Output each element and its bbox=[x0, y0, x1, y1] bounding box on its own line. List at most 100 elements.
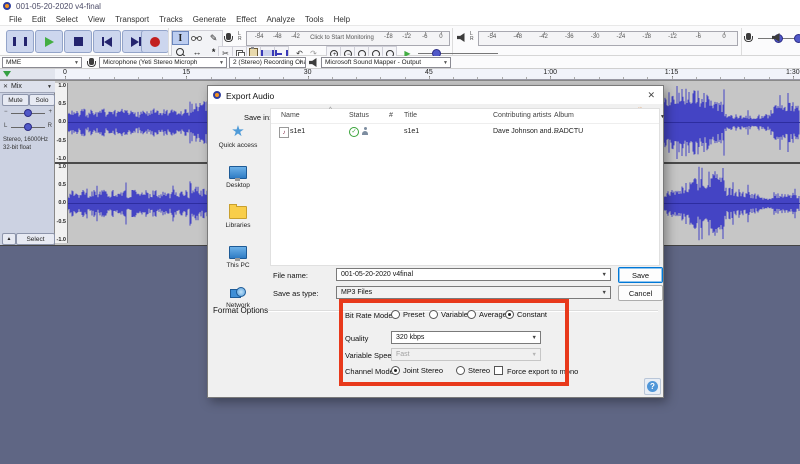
menu-tracks[interactable]: Tracks bbox=[154, 15, 188, 24]
meter-tick bbox=[441, 32, 442, 35]
meter-tick bbox=[544, 32, 545, 35]
dialog-close-icon[interactable]: ✕ bbox=[647, 90, 655, 101]
menu-view[interactable]: View bbox=[83, 15, 110, 24]
help-button[interactable]: ? bbox=[644, 378, 661, 395]
sidebar-item-libraries[interactable]: Libraries bbox=[208, 204, 268, 242]
skip-end-icon bbox=[131, 37, 141, 47]
menu-edit[interactable]: Edit bbox=[27, 15, 51, 24]
gain-plus-label: + bbox=[48, 109, 52, 115]
column-header-title[interactable]: Title bbox=[404, 112, 417, 119]
draw-tool-button[interactable]: ✎ bbox=[205, 31, 222, 45]
star-icon: ★ bbox=[231, 125, 244, 139]
channel-mode-option-joint-stereo[interactable]: Joint Stereo bbox=[391, 366, 443, 375]
bit-rate-option-constant[interactable]: Constant bbox=[505, 310, 547, 319]
meter-tick bbox=[407, 32, 408, 35]
menu-help[interactable]: Help bbox=[329, 15, 355, 24]
libraries-folder-icon bbox=[228, 204, 248, 220]
playback-volume-knob[interactable] bbox=[794, 34, 800, 43]
scale-label: -0.5 bbox=[57, 138, 66, 144]
menu-generate[interactable]: Generate bbox=[188, 15, 231, 24]
audio-host-select[interactable]: MME▼ bbox=[2, 57, 82, 68]
column-header-contributing-artists[interactable]: Contributing artists bbox=[493, 112, 551, 119]
save-as-type-select[interactable]: MP3 Files▼ bbox=[336, 286, 611, 299]
menu-select[interactable]: Select bbox=[51, 15, 83, 24]
save-in-label: Save in: bbox=[244, 113, 271, 122]
monitor-text[interactable]: Click to Start Monitoring bbox=[310, 35, 374, 41]
timeline-minor-tick bbox=[793, 77, 794, 79]
quality-select[interactable]: 320 kbps▼ bbox=[391, 331, 541, 344]
column-header-album[interactable]: Album bbox=[554, 112, 574, 119]
timeline-minor-tick bbox=[405, 77, 406, 79]
recording-device-icon bbox=[89, 58, 94, 65]
column-header-[interactable]: # bbox=[389, 112, 393, 119]
track-header[interactable]: ✕ Mix ▼ bbox=[0, 81, 55, 93]
vertical-ruler-ch1[interactable]: 1.00.50.0-0.5-1.0 bbox=[55, 83, 68, 162]
recording-meter[interactable]: Click to Start Monitoring -54-48-42-18-1… bbox=[246, 31, 450, 46]
sidebar-item-quick-access[interactable]: ★Quick access bbox=[208, 124, 268, 162]
radio-label: Joint Stereo bbox=[403, 366, 443, 375]
skip-to-start-button[interactable] bbox=[93, 30, 121, 53]
file-name-input[interactable]: 001-05-20-2020 v4final▼ bbox=[336, 268, 611, 281]
pan-slider[interactable]: L R bbox=[11, 127, 45, 128]
track-select-button[interactable]: Select bbox=[16, 233, 55, 245]
playback-device-icon bbox=[309, 58, 319, 67]
track-menu-caret-icon[interactable]: ▼ bbox=[47, 84, 52, 90]
bit-rate-option-preset[interactable]: Preset bbox=[391, 310, 425, 319]
play-button[interactable] bbox=[35, 30, 63, 53]
file-list[interactable]: ^ ♪ s1e1 ✓ s1e1 Dave Johnson and... RADC… bbox=[270, 108, 660, 266]
track-close-icon[interactable]: ✕ bbox=[0, 83, 11, 90]
pause-button[interactable] bbox=[6, 30, 34, 53]
track-name[interactable]: Mix bbox=[11, 83, 22, 90]
audacity-logo-icon bbox=[213, 91, 221, 99]
play-pin-icon[interactable] bbox=[3, 71, 11, 77]
sidebar-item-desktop[interactable]: Desktop bbox=[208, 164, 268, 202]
scale-label: -1.0 bbox=[57, 237, 66, 243]
collapse-track-button[interactable]: ▲ bbox=[2, 233, 16, 245]
recording-device-select[interactable]: Microphone (Yeti Stereo Microph▼ bbox=[99, 57, 227, 68]
force-mono-checkbox[interactable] bbox=[494, 366, 503, 375]
playback-volume-slider[interactable] bbox=[785, 38, 800, 39]
pan-knob[interactable] bbox=[24, 123, 32, 131]
pause-icon bbox=[13, 37, 27, 46]
menu-analyze[interactable]: Analyze bbox=[261, 15, 299, 24]
record-button[interactable] bbox=[141, 30, 169, 53]
envelope-tool-button[interactable] bbox=[189, 31, 206, 45]
bit-rate-option-average[interactable]: Average bbox=[467, 310, 507, 319]
timeline-minor-tick bbox=[744, 77, 745, 79]
gain-knob[interactable] bbox=[24, 109, 32, 117]
radio-icon bbox=[456, 366, 465, 375]
file-row[interactable]: ♪ s1e1 ✓ s1e1 Dave Johnson and... RADCTU bbox=[271, 125, 659, 138]
meter-tick bbox=[569, 32, 570, 35]
cancel-button[interactable]: Cancel bbox=[618, 285, 663, 301]
menu-transport[interactable]: Transport bbox=[110, 15, 154, 24]
timeline-label: 30 bbox=[304, 69, 312, 76]
timeline-minor-tick bbox=[65, 77, 66, 79]
playback-meter[interactable]: -54-48-42-36-30-24-18-12-60 bbox=[478, 31, 738, 46]
channel-mode-option-stereo[interactable]: Stereo bbox=[456, 366, 490, 375]
vertical-ruler-ch2[interactable]: 1.00.50.0-0.5-1.0 bbox=[55, 164, 68, 243]
timeline-ruler[interactable]: 01530451:001:151:30 bbox=[55, 69, 800, 80]
save-button[interactable]: Save bbox=[618, 267, 663, 283]
bit-rate-option-variable[interactable]: Variable bbox=[429, 310, 468, 319]
dialog-title-bar[interactable]: Export Audio ✕ bbox=[208, 86, 663, 104]
sidebar-item-this-pc[interactable]: This PC bbox=[208, 244, 268, 282]
playback-device-select[interactable]: Microsoft Sound Mapper - Output▼ bbox=[321, 57, 451, 68]
mute-button[interactable]: Mute bbox=[2, 94, 29, 106]
mic-meter-icon bbox=[226, 33, 231, 40]
column-header-status[interactable]: Status bbox=[349, 112, 369, 119]
stop-button[interactable] bbox=[64, 30, 92, 53]
gain-slider[interactable]: − + bbox=[11, 113, 45, 114]
selection-tool-button[interactable]: I bbox=[172, 31, 189, 45]
play-speed-slider[interactable] bbox=[418, 53, 498, 54]
meter-tick bbox=[295, 32, 296, 35]
column-header-name[interactable]: Name bbox=[281, 112, 300, 119]
menu-tools[interactable]: Tools bbox=[300, 15, 329, 24]
solo-button[interactable]: Solo bbox=[29, 94, 55, 106]
pan-left-label: L bbox=[4, 123, 7, 129]
recording-channels-select[interactable]: 2 (Stereo) Recording Cha▼ bbox=[229, 57, 306, 68]
menu-file[interactable]: File bbox=[4, 15, 27, 24]
menu-effect[interactable]: Effect bbox=[231, 15, 261, 24]
gain-minus-label: − bbox=[4, 109, 8, 115]
audio-file-icon: ♪ bbox=[279, 127, 289, 138]
meter-tick bbox=[492, 32, 493, 35]
